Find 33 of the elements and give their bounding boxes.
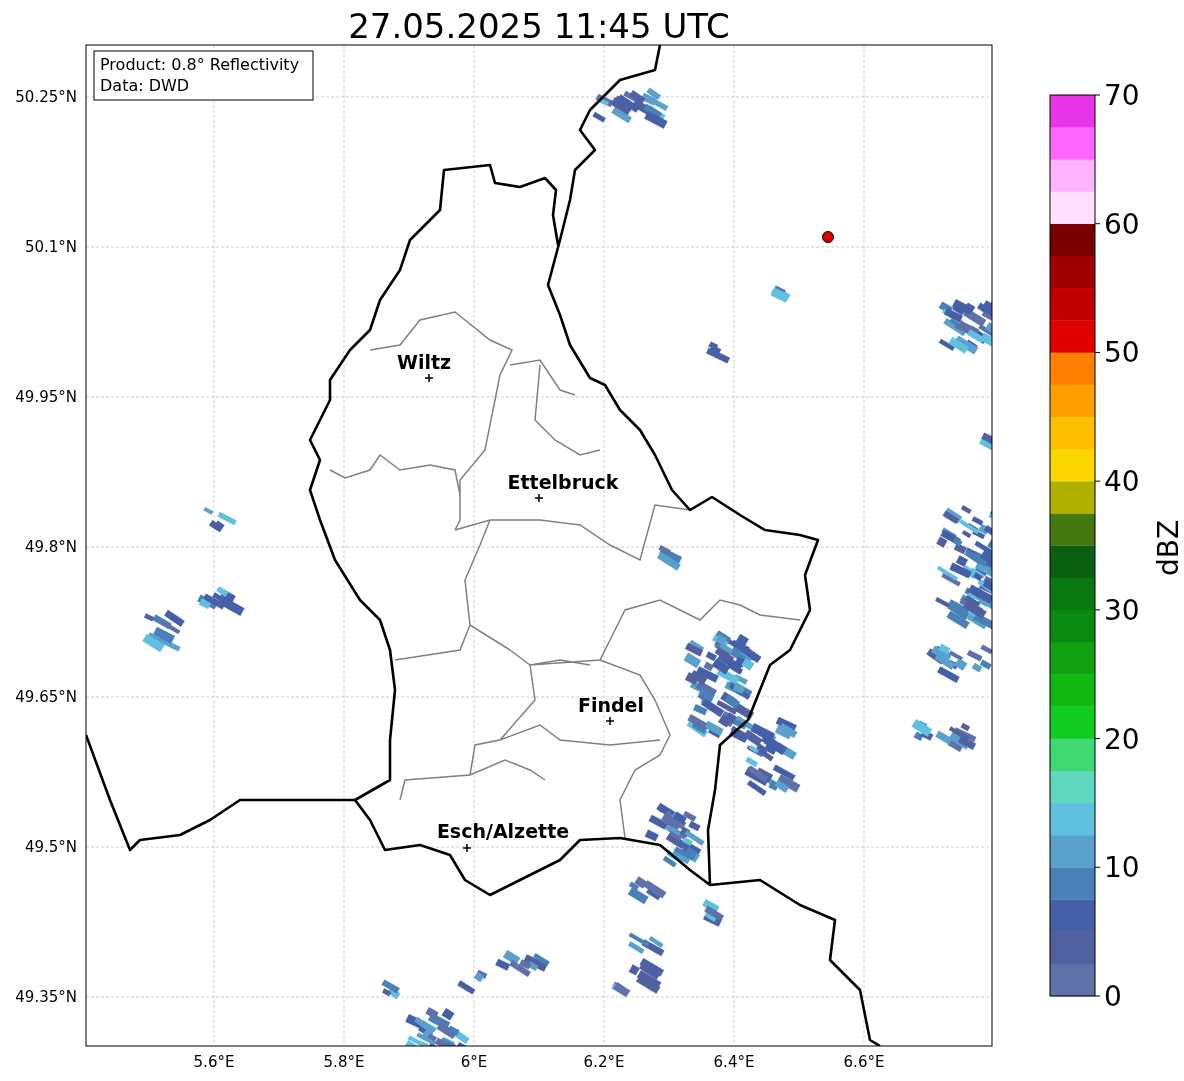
latitude-label: 49.35°N	[15, 988, 77, 1006]
city-marker-icon	[534, 493, 544, 503]
longitude-label: 6.4°E	[713, 1053, 755, 1071]
latitude-label: 49.8°N	[24, 538, 77, 556]
colorbar-tick-label: 40	[1104, 465, 1140, 499]
colorbar-tick-label: 60	[1104, 207, 1140, 241]
longitude-label: 6°E	[460, 1053, 488, 1071]
latitude-label: 49.95°N	[15, 388, 77, 406]
city-label: Esch/Alzette	[436, 820, 570, 842]
city-marker-icon	[462, 843, 472, 853]
longitude-label: 6.2°E	[583, 1053, 625, 1071]
colorbar-tick-label: 10	[1104, 851, 1140, 885]
latitude-label: 49.65°N	[15, 688, 77, 706]
longitude-label: 5.8°E	[323, 1053, 365, 1071]
city-label: Ettelbruck	[507, 471, 619, 493]
city-marker-icon	[605, 716, 615, 726]
colorbar-label: dBZ	[1152, 519, 1184, 577]
city-label: Findel	[578, 694, 644, 716]
colorbar-tick-label: 30	[1104, 593, 1140, 627]
info-text: Data: DWD	[100, 76, 190, 95]
colorbar-tick-label: 50	[1104, 336, 1140, 370]
city-label: Wiltz	[396, 351, 452, 373]
longitude-label: 5.6°E	[193, 1053, 235, 1071]
map-title: 27.05.2025 11:45 UTC	[348, 6, 730, 46]
colorbar-tick-label: 20	[1104, 722, 1140, 756]
city-marker-icon	[424, 373, 434, 383]
info-text: Product: 0.8° Reflectivity	[100, 55, 300, 74]
latitude-label: 50.25°N	[15, 88, 77, 106]
colorbar-tick-label: 0	[1104, 980, 1122, 1013]
longitude-label: 6.6°E	[843, 1053, 885, 1071]
colorbar-tick-label: 70	[1104, 79, 1140, 112]
latitude-label: 49.5°N	[24, 838, 77, 856]
latitude-label: 50.1°N	[24, 238, 77, 256]
